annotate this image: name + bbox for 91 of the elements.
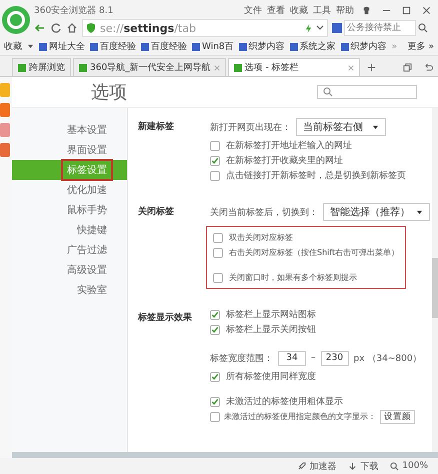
- zoom-button[interactable]: 100%: [402, 461, 428, 471]
- menu-item[interactable]: 工具: [313, 4, 331, 16]
- checkbox-label: 在新标签打开收藏夹里的网址: [226, 154, 343, 167]
- nav-item[interactable]: 优化加速: [12, 180, 127, 200]
- checkbox[interactable]: [210, 396, 220, 406]
- menu-item[interactable]: 收藏: [290, 4, 308, 16]
- bookmark-item[interactable]: 织梦内容: [340, 40, 387, 53]
- page-title: 选项: [90, 81, 127, 104]
- undo-icon[interactable]: [424, 63, 433, 72]
- bookmark-item[interactable]: 织梦内容: [238, 40, 285, 53]
- bookmark-item[interactable]: Win8百: [192, 40, 234, 53]
- checkbox-label: 双击关闭对应标签: [229, 232, 293, 243]
- dropdown[interactable]: 当前标签右侧: [296, 118, 386, 136]
- checkbox[interactable]: [213, 272, 223, 282]
- sidebar-app-icon[interactable]: [0, 103, 10, 117]
- settings-search-field[interactable]: [317, 85, 417, 99]
- browser-tab[interactable]: 选项 - 标签栏: [228, 58, 360, 76]
- close-icon[interactable]: [348, 64, 354, 70]
- home-icon[interactable]: [66, 22, 78, 34]
- section-title: 新建标签: [138, 120, 175, 133]
- zoom-icon: [390, 462, 400, 470]
- nav-item[interactable]: 广告过滤: [12, 240, 127, 260]
- menu-item[interactable]: 帮助: [336, 4, 354, 16]
- shield-icon: [86, 22, 96, 34]
- new-tab-icon[interactable]: [366, 63, 376, 72]
- checkbox-label: 所有标签使用同样宽度: [226, 370, 316, 383]
- field-label: 新打开网页出现在：: [210, 122, 291, 134]
- checkbox[interactable]: [210, 170, 220, 180]
- checkbox[interactable]: [213, 232, 223, 242]
- browser-tab[interactable]: 360导航_新一代安全上网导航: [73, 58, 226, 76]
- sidebar-app-icon[interactable]: [0, 143, 10, 157]
- nav-item[interactable]: 快捷键: [12, 220, 127, 240]
- checkbox-label: 关闭窗口时，如果有多个标签则提示: [229, 272, 357, 283]
- lightning-icon[interactable]: [305, 24, 312, 32]
- address-field[interactable]: se://settings/tab: [82, 19, 328, 37]
- download-icon: [348, 462, 358, 470]
- nav-item[interactable]: 高级设置: [12, 260, 127, 280]
- checkbox-label: 未激活过的标签使用指定颜色的文字显示：: [224, 411, 376, 422]
- checkbox[interactable]: [210, 140, 220, 150]
- menu-item[interactable]: 查看: [267, 4, 285, 16]
- color-button[interactable]: 设置颜: [380, 410, 415, 424]
- checkbox[interactable]: [210, 412, 220, 422]
- caret-icon[interactable]: [27, 44, 34, 49]
- nav-item[interactable]: 基本设置: [12, 120, 127, 140]
- field-label: 关闭当前标签后，切换到：: [210, 206, 318, 218]
- caret-icon[interactable]: [372, 124, 379, 130]
- nav-item[interactable]: 鼠标手势: [12, 200, 127, 220]
- window-title: 360安全浏览器 8.1: [34, 4, 114, 16]
- nav-item[interactable]: 实验室: [12, 280, 127, 300]
- bookmark-item[interactable]: 百度经验: [90, 40, 136, 53]
- accelerator-button[interactable]: 加速器: [309, 460, 336, 472]
- nav-item[interactable]: 界面设置: [12, 140, 127, 160]
- section-title: 标签显示效果: [138, 312, 193, 324]
- checkbox[interactable]: [210, 156, 220, 166]
- favorites-button[interactable]: 收藏: [4, 40, 22, 53]
- browser-logo-icon[interactable]: [2, 6, 30, 34]
- checkbox[interactable]: [210, 324, 220, 334]
- bookmark-item[interactable]: 百度经验: [141, 40, 187, 53]
- maximize-icon[interactable]: [402, 6, 411, 14]
- checkbox-label: 标签栏上显示关闭按钮: [226, 324, 316, 336]
- section-title: 关闭标签: [138, 205, 175, 218]
- checkbox-label: 在新标签打开地址栏输入的网址: [226, 140, 352, 152]
- caret-icon[interactable]: [316, 25, 324, 31]
- download-button[interactable]: 下载: [360, 460, 378, 472]
- checkbox[interactable]: [213, 248, 223, 258]
- range-separator: –: [311, 353, 316, 363]
- more-button[interactable]: 更多 »: [408, 40, 434, 53]
- search-icon[interactable]: [418, 23, 428, 33]
- checkbox[interactable]: [210, 372, 220, 382]
- browser-tab[interactable]: 跨屏浏览: [12, 58, 71, 76]
- shirt-icon[interactable]: [362, 6, 371, 14]
- bookmark-item[interactable]: 系统之家: [290, 40, 336, 53]
- input-field[interactable]: 34: [278, 350, 306, 366]
- checkbox[interactable]: [210, 310, 220, 320]
- windows-icon[interactable]: [403, 63, 412, 72]
- search-icon: [323, 87, 333, 97]
- checkbox-label: 点击链接打开新标签时，总是切换到新标签页: [226, 170, 406, 182]
- dropdown[interactable]: 智能选择（推荐）: [323, 203, 430, 221]
- checkbox-label: 右击关闭对应标签（按住Shift右击可弹出菜单）: [229, 247, 400, 258]
- bookmark-item[interactable]: 网址大全: [39, 40, 85, 53]
- input-field[interactable]: 230: [320, 350, 348, 366]
- checkbox-label: 未激活过的标签使用粗体显示: [226, 396, 343, 408]
- reload-icon[interactable]: [50, 22, 62, 34]
- unit-label: px （34~800）: [354, 352, 422, 364]
- close-icon[interactable]: [422, 6, 431, 14]
- back-icon[interactable]: [34, 22, 46, 34]
- checkbox-label: 标签栏上显示网站图标: [226, 308, 316, 321]
- caret-icon[interactable]: [416, 210, 423, 214]
- search-field[interactable]: 公务接待禁止: [344, 20, 416, 36]
- field-label: 标签宽度范围：: [210, 352, 273, 364]
- menu-item[interactable]: 文件: [244, 4, 262, 16]
